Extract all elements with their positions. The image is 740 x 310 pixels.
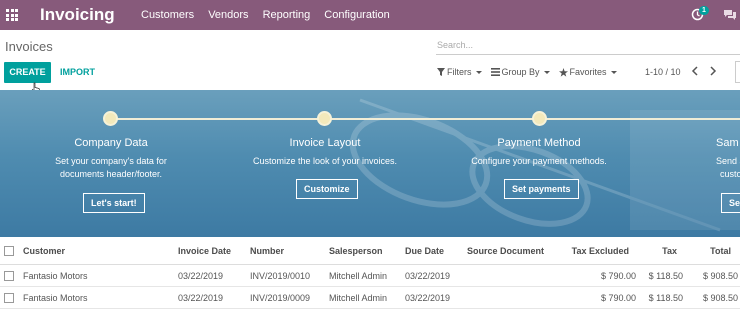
step-dot [103, 111, 118, 126]
set-payments-button[interactable]: Set payments [504, 179, 579, 199]
cell-number: INV/2019/0009 [250, 292, 311, 303]
send-sample-button[interactable]: Se [721, 193, 740, 213]
column-header-source-document[interactable]: Source Document [467, 246, 544, 256]
lets-start-button[interactable]: Let's start! [83, 193, 145, 213]
table-row[interactable]: Fantasio Motors 03/22/2019 INV/2019/0009… [0, 287, 740, 309]
step-dot [317, 111, 332, 126]
filters-label: Filters [447, 67, 472, 77]
step-description: Customize the look of your invoices. [225, 155, 425, 168]
chevron-right-icon[interactable] [709, 66, 717, 76]
step-description-line: documents header/footer. [59, 169, 163, 179]
step-description-line: Customize the look of your invoices. [252, 156, 398, 166]
cell-total: $ 908.50 [702, 292, 738, 303]
column-header-tax-excluded[interactable]: Tax Excluded [572, 246, 629, 256]
cell-customer: Fantasio Motors [23, 270, 88, 281]
column-header-salesperson[interactable]: Salesperson [329, 246, 383, 256]
search-placeholder: Search... [437, 40, 474, 50]
step-dot [532, 111, 547, 126]
column-header-total[interactable]: Total [710, 246, 731, 256]
column-header-due-date[interactable]: Due Date [405, 246, 444, 256]
cell-salesperson: Mitchell Admin [329, 292, 388, 303]
cell-invoice-date: 03/22/2019 [178, 292, 224, 303]
step-description: Send an i custo [716, 155, 740, 181]
cell-invoice-date: 03/22/2019 [178, 270, 224, 281]
step-description-line: custo [720, 169, 740, 179]
favorites-dropdown[interactable]: Favorites [558, 67, 617, 77]
customize-button[interactable]: Customize [296, 179, 358, 199]
cell-number: INV/2019/0010 [250, 270, 311, 281]
menu-item-vendors[interactable]: Vendors [208, 9, 248, 21]
create-button[interactable]: CREATE [4, 62, 51, 83]
step-title: Payment Method [497, 137, 581, 149]
cell-tax: $ 118.50 [648, 270, 683, 281]
app-title[interactable]: Invoicing [40, 5, 115, 25]
menu-item-reporting[interactable]: Reporting [263, 9, 311, 21]
step-description: Set your company's data for documents he… [11, 155, 211, 181]
search-input[interactable]: Search... [436, 37, 740, 55]
cell-tax-excluded: $ 790.00 [600, 292, 636, 303]
step-description-line: Send an i [716, 156, 740, 166]
cell-customer: Fantasio Motors [23, 292, 88, 303]
column-header-customer[interactable]: Customer [23, 246, 65, 256]
onboarding-progress-line [111, 118, 740, 120]
row-checkbox[interactable] [4, 270, 14, 281]
step-title: Company Data [74, 137, 148, 149]
menu-item-customers[interactable]: Customers [141, 9, 194, 21]
table-header-row: Customer Invoice Date Number Salesperson… [0, 237, 740, 265]
import-button[interactable]: IMPORT [60, 67, 95, 77]
search-options: Filters Group By Favorites [437, 67, 626, 77]
column-header-tax[interactable]: Tax [662, 246, 677, 256]
filters-dropdown[interactable]: Filters [437, 67, 482, 77]
cell-due-date: 03/22/2019 [405, 270, 451, 281]
step-description-line: Set your company's data for [55, 156, 167, 166]
star-icon [558, 67, 568, 77]
cell-total: $ 908.50 [702, 270, 738, 281]
step-title: Invoice Layout [289, 137, 361, 149]
menu-item-configuration[interactable]: Configuration [324, 9, 389, 21]
cell-tax: $ 118.50 [648, 292, 683, 303]
chat-icon[interactable] [723, 9, 737, 21]
chevron-left-icon[interactable] [691, 66, 699, 76]
select-all-checkbox[interactable] [4, 245, 14, 256]
activity-count-badge: 1 [699, 6, 709, 15]
group-by-dropdown[interactable]: Group By [490, 67, 550, 77]
view-switcher[interactable] [735, 61, 740, 83]
step-description: Configure your payment methods. [439, 155, 639, 168]
column-header-number[interactable]: Number [250, 246, 284, 256]
cell-due-date: 03/22/2019 [405, 292, 451, 303]
chevron-down-icon [543, 70, 550, 74]
step-title: Sam [716, 137, 739, 149]
pager-value[interactable]: 1-10 / 10 [645, 67, 681, 77]
top-navbar: Invoicing Customers Vendors Reporting Co… [0, 0, 740, 30]
apps-grid-icon[interactable] [6, 9, 18, 21]
chevron-down-icon [610, 70, 617, 74]
list-bars-icon [490, 68, 500, 76]
cell-salesperson: Mitchell Admin [329, 270, 388, 281]
chevron-down-icon [475, 70, 482, 74]
table-row[interactable]: Fantasio Motors 03/22/2019 INV/2019/0010… [0, 265, 740, 287]
main-menu: Customers Vendors Reporting Configuratio… [141, 9, 404, 21]
invoice-list-table: Customer Invoice Date Number Salesperson… [0, 237, 740, 309]
onboarding-banner: Company Data Set your company's data for… [0, 90, 740, 237]
step-description-line: Configure your payment methods. [471, 156, 607, 166]
group-by-label: Group By [501, 67, 540, 77]
favorites-label: Favorites [569, 67, 607, 77]
cell-tax-excluded: $ 790.00 [600, 270, 636, 281]
column-header-invoice-date[interactable]: Invoice Date [178, 246, 231, 256]
row-checkbox[interactable] [4, 292, 14, 303]
filter-funnel-icon [437, 68, 445, 76]
breadcrumb-title: Invoices [5, 39, 53, 54]
